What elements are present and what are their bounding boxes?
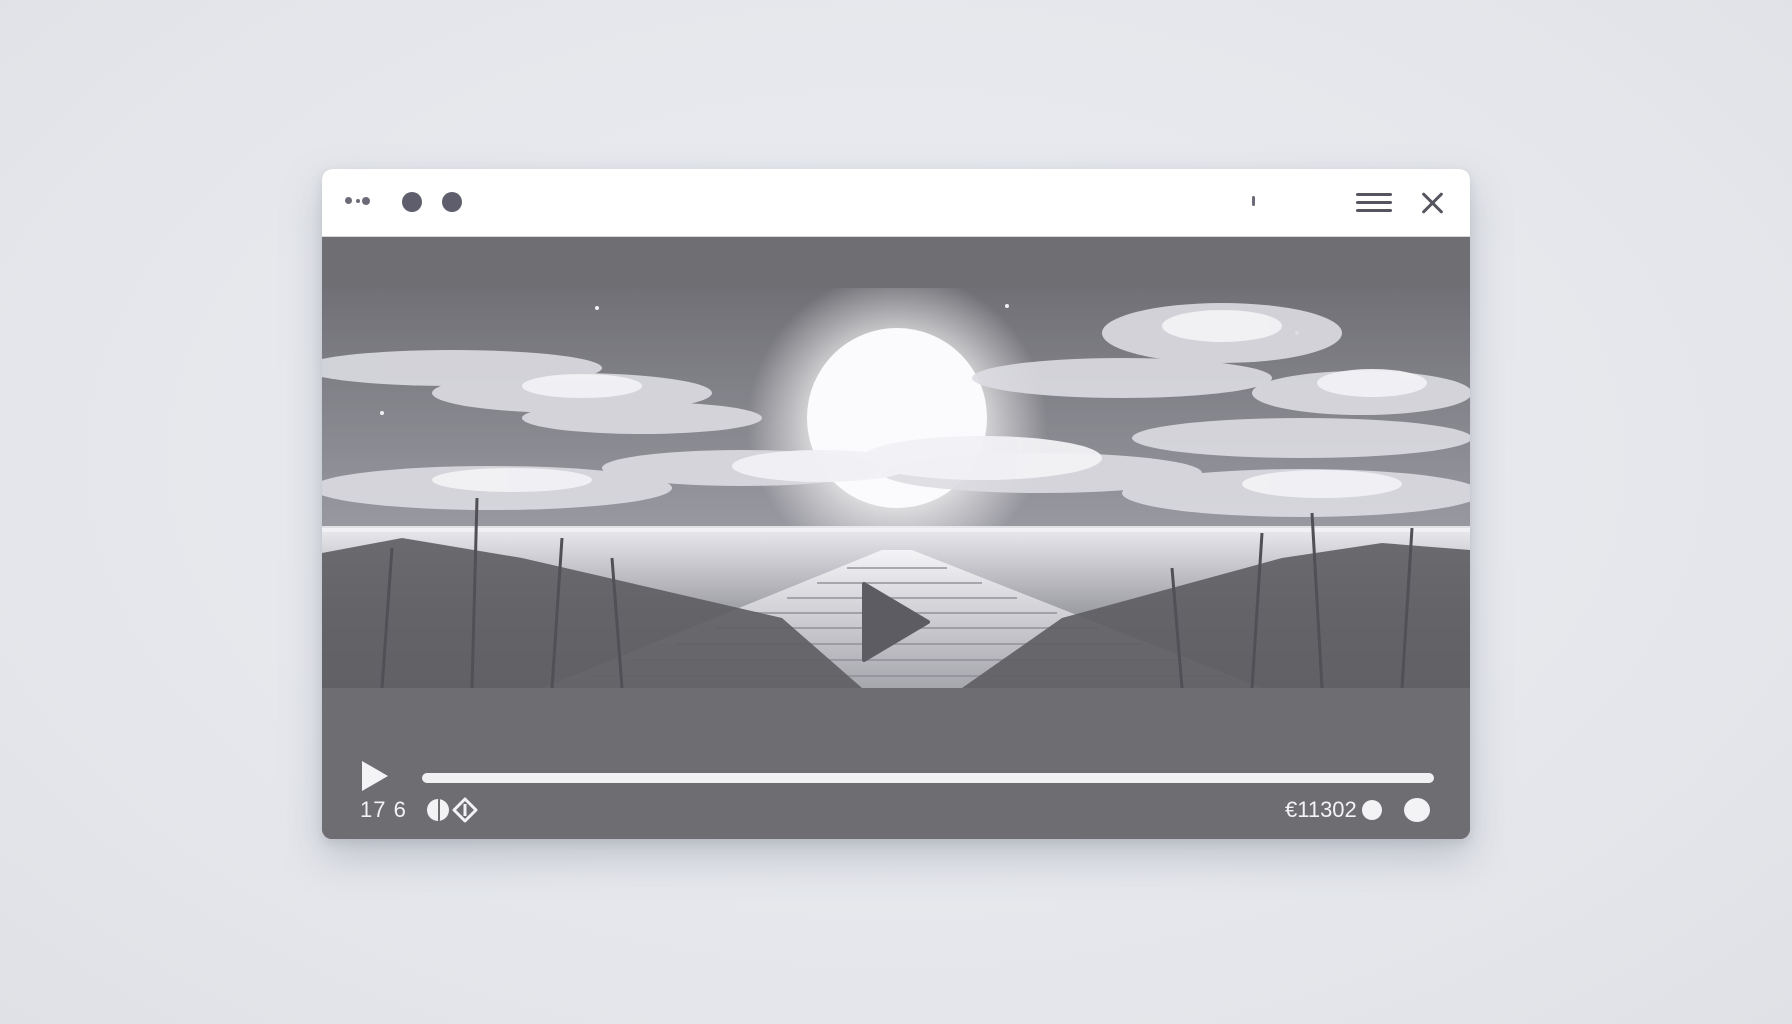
settings-dot-icon[interactable]	[1404, 798, 1430, 822]
play-button-icon[interactable]	[362, 761, 388, 791]
elapsed-time: 17 6	[360, 797, 407, 822]
window-dot-icon	[362, 197, 370, 205]
close-icon[interactable]	[1418, 189, 1446, 217]
window-dot-icon	[356, 199, 360, 203]
window-control-circle[interactable]	[442, 192, 462, 212]
window-control-circle[interactable]	[402, 192, 422, 212]
desktop-background: 17 6 €11302	[0, 0, 1792, 1024]
play-icon[interactable]	[862, 582, 932, 662]
record-dot-icon[interactable]	[1362, 800, 1382, 820]
diamond-refresh-icon[interactable]	[452, 797, 478, 823]
progress-bar[interactable]	[422, 773, 1434, 783]
titlebar-mark	[1252, 196, 1255, 206]
player-controls: 17 6 €11302	[322, 743, 1470, 839]
hamburger-menu-icon[interactable]	[1356, 191, 1392, 215]
half-circle-icon[interactable]	[427, 799, 449, 821]
video-frame[interactable]	[322, 288, 1470, 743]
video-player-window: 17 6 €11302	[322, 169, 1470, 839]
titlebar	[322, 169, 1470, 237]
video-scene-image	[322, 288, 1470, 743]
window-dot-icon	[345, 197, 352, 204]
video-letterbox-top	[322, 237, 1470, 289]
duration-time: €11302	[1285, 797, 1357, 822]
